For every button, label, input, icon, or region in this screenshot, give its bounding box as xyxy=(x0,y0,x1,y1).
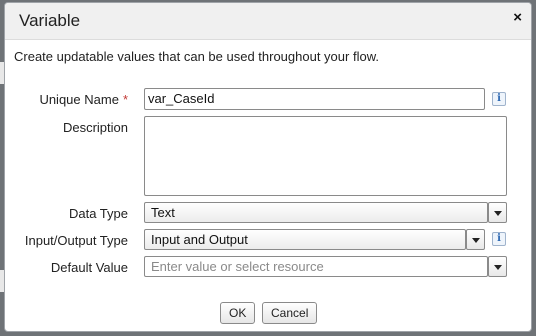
info-icon[interactable]: i xyxy=(492,92,506,106)
close-icon[interactable]: × xyxy=(513,9,522,27)
ok-button[interactable]: OK xyxy=(220,302,256,324)
required-marker: * xyxy=(122,92,128,107)
chevron-down-icon[interactable] xyxy=(466,229,485,250)
dialog-title: Variable xyxy=(19,11,81,30)
data-type-label: Data Type xyxy=(68,206,128,221)
variable-dialog: Variable × Create updatable values that … xyxy=(4,2,532,332)
unique-name-input[interactable]: var_CaseId xyxy=(144,88,485,110)
info-icon[interactable]: i xyxy=(492,232,506,246)
chevron-down-icon[interactable] xyxy=(488,256,507,277)
data-type-select[interactable]: Text xyxy=(144,202,488,223)
dialog-header: Variable × xyxy=(5,3,531,40)
dialog-intro-text: Create updatable values that can be used… xyxy=(14,49,379,64)
io-type-label: Input/Output Type xyxy=(24,233,128,248)
default-value-placeholder: Enter value or select resource xyxy=(151,259,324,274)
description-textarea[interactable] xyxy=(144,116,507,196)
unique-name-label: Unique Name * xyxy=(39,92,128,107)
default-value-input[interactable]: Enter value or select resource xyxy=(144,256,488,277)
io-type-select[interactable]: Input and Output xyxy=(144,229,466,250)
description-label: Description xyxy=(62,120,128,135)
default-value-label: Default Value xyxy=(50,260,128,275)
chevron-down-icon[interactable] xyxy=(488,202,507,223)
cancel-button[interactable]: Cancel xyxy=(262,302,318,324)
unique-name-label-text: Unique Name xyxy=(39,92,119,107)
